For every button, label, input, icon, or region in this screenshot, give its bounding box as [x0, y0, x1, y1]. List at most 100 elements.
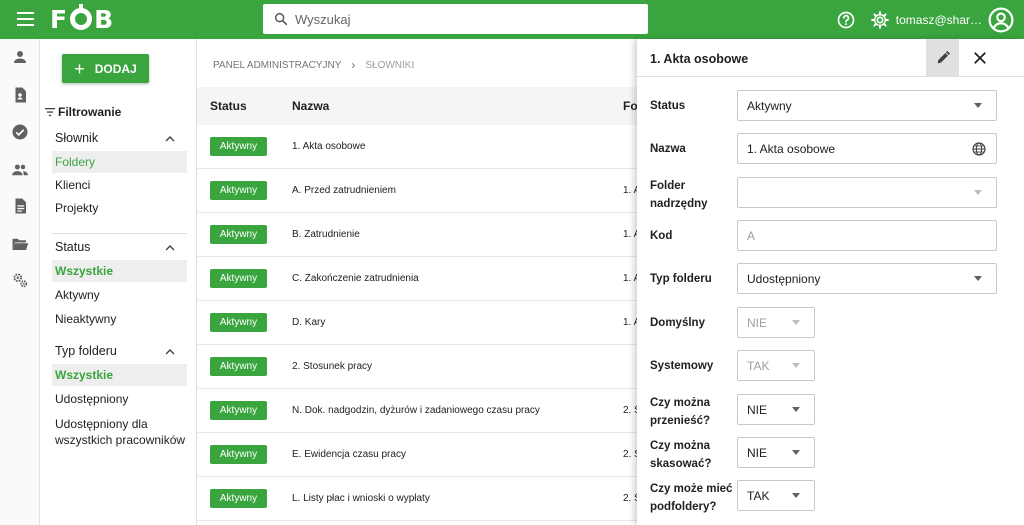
- table-row[interactable]: Aktywny E. Ewidencja czasu pracy 2. S: [197, 433, 641, 477]
- filter-title: Filtrowanie: [45, 105, 121, 119]
- filter-option-shared[interactable]: Udostępniony: [52, 388, 187, 410]
- app-logo[interactable]: FB: [50, 4, 114, 34]
- account-avatar-icon[interactable]: [988, 7, 1014, 33]
- row-name: E. Ewidencja czasu pracy: [292, 449, 406, 460]
- filter-group-status[interactable]: Status: [55, 240, 175, 254]
- name-label: Nazwa: [650, 143, 686, 155]
- panel-header: 1. Akta osobowe: [637, 39, 1024, 77]
- table-row[interactable]: Aktywny N. Dok. nadgodzin, dyżurów i zada…: [197, 389, 641, 433]
- parent-folder-label: Folder nadrzędny: [650, 180, 708, 210]
- status-badge[interactable]: Aktywny: [210, 137, 267, 156]
- status-badge[interactable]: Aktywny: [210, 225, 267, 244]
- parent-folder-select[interactable]: [737, 177, 997, 208]
- search-icon: [274, 12, 288, 26]
- table-row[interactable]: Aktywny 2. Stosunek pracy: [197, 345, 637, 389]
- dropdown-arrow-icon: [792, 493, 800, 498]
- settings-gear-icon[interactable]: [870, 10, 890, 30]
- row-name: C. Zakończenie zatrudnienia: [292, 273, 419, 284]
- dropdown-arrow-icon: [792, 407, 800, 412]
- chevron-up-icon: [165, 135, 175, 141]
- code-field[interactable]: A: [737, 220, 997, 251]
- person-icon[interactable]: [11, 48, 29, 66]
- dropdown-arrow-icon: [974, 103, 982, 108]
- table-header: Status Nazwa Fo: [197, 87, 638, 125]
- filters-sidebar: + DODAJ Filtrowanie Słownik Foldery Klien…: [40, 39, 197, 525]
- status-badge[interactable]: Aktywny: [210, 181, 267, 200]
- chevron-up-icon: [165, 244, 175, 250]
- default-label: Domyślny: [650, 317, 705, 329]
- search-input[interactable]: [295, 11, 635, 27]
- top-app-bar: FB tomasz@shar…: [0, 0, 1024, 39]
- filter-list-icon: [45, 108, 55, 117]
- column-header-status[interactable]: Status: [210, 99, 247, 113]
- edit-button[interactable]: [926, 39, 959, 77]
- deletable-label: Czy można skasować?: [650, 440, 712, 470]
- status-badge[interactable]: Aktywny: [210, 445, 267, 464]
- dropdown-arrow-icon: [792, 363, 800, 368]
- panel-title: 1. Akta osobowe: [650, 52, 749, 66]
- add-button[interactable]: + DODAJ: [62, 54, 149, 83]
- status-badge[interactable]: Aktywny: [210, 357, 267, 376]
- filter-option-folders[interactable]: Foldery: [52, 151, 187, 173]
- user-email[interactable]: tomasz@shar…: [896, 13, 982, 27]
- table-row[interactable]: Aktywny 1. Akta osobowe: [197, 125, 637, 169]
- nav-rail: [0, 39, 40, 525]
- filter-option-clients[interactable]: Klienci: [52, 174, 187, 196]
- folder-type-label: Typ folderu: [650, 273, 712, 285]
- filter-option-inactive[interactable]: Nieaktywny: [52, 308, 187, 330]
- dropdown-arrow-icon: [792, 450, 800, 455]
- people-icon[interactable]: [11, 161, 29, 179]
- status-label: Status: [650, 100, 686, 112]
- dropdown-arrow-icon: [974, 190, 982, 195]
- status-select[interactable]: Aktywny: [737, 90, 997, 121]
- main-content: PANEL ADMINISTRACYJNY › SŁOWNIKI Status …: [197, 39, 641, 525]
- filter-group-dictionary[interactable]: Słownik: [55, 131, 175, 145]
- filter-option-shared-all[interactable]: Udostępniony dla wszystkich pracowników: [52, 416, 187, 448]
- breadcrumb-admin-panel[interactable]: PANEL ADMINISTRACYJNY: [213, 60, 341, 71]
- globe-icon[interactable]: [971, 141, 987, 157]
- folder-type-select[interactable]: Udostępniony: [737, 263, 997, 294]
- table-row[interactable]: Aktywny B. Zatrudnienie 1. A: [197, 213, 640, 257]
- default-select[interactable]: NIE: [737, 307, 815, 338]
- row-name: 1. Akta osobowe: [292, 141, 366, 152]
- admin-gears-icon[interactable]: [11, 271, 29, 289]
- table-row[interactable]: Aktywny L. Listy płac i wnioski o wypłaty…: [197, 477, 641, 521]
- person-document-icon[interactable]: [11, 86, 29, 104]
- row-name: D. Kary: [292, 317, 326, 328]
- status-badge[interactable]: Aktywny: [210, 269, 267, 288]
- code-label: Kod: [650, 230, 673, 242]
- add-button-label: DODAJ: [94, 61, 137, 76]
- status-badge[interactable]: Aktywny: [210, 313, 267, 332]
- description-icon[interactable]: [11, 197, 29, 215]
- divider: [52, 233, 187, 234]
- filter-option-type-all[interactable]: Wszystkie: [52, 364, 187, 386]
- system-select[interactable]: TAK: [737, 350, 815, 381]
- subfolders-label: Czy może mieć podfoldery?: [650, 483, 733, 513]
- close-icon[interactable]: [971, 49, 989, 67]
- filter-option-projects[interactable]: Projekty: [52, 197, 187, 219]
- movable-label: Czy można przenieść?: [650, 397, 711, 427]
- table-row[interactable]: Aktywny A. Przed zatrudnieniem 1. A: [197, 169, 640, 213]
- status-badge[interactable]: Aktywny: [210, 401, 267, 420]
- column-header-name[interactable]: Nazwa: [292, 99, 329, 113]
- filter-group-folder-type[interactable]: Typ folderu: [55, 344, 175, 358]
- filter-option-active[interactable]: Aktywny: [52, 284, 187, 306]
- breadcrumb-dictionaries: SŁOWNIKI: [365, 59, 415, 71]
- check-circle-icon[interactable]: [11, 123, 29, 141]
- filter-option-status-all[interactable]: Wszystkie: [52, 260, 187, 282]
- row-name: L. Listy płac i wnioski o wypłaty: [292, 493, 430, 504]
- status-badge[interactable]: Aktywny: [210, 489, 267, 508]
- subfolders-select[interactable]: TAK: [737, 480, 815, 511]
- dropdown-arrow-icon: [974, 276, 982, 281]
- breadcrumb: PANEL ADMINISTRACYJNY › SŁOWNIKI: [213, 58, 414, 72]
- folder-open-icon[interactable]: [11, 235, 29, 253]
- movable-select[interactable]: NIE: [737, 394, 815, 425]
- name-field[interactable]: 1. Akta osobowe: [737, 133, 997, 164]
- column-header-folder[interactable]: Fo: [623, 99, 638, 113]
- menu-icon[interactable]: [17, 12, 34, 26]
- dropdown-arrow-icon: [792, 320, 800, 325]
- help-icon[interactable]: [836, 10, 856, 30]
- deletable-select[interactable]: NIE: [737, 437, 815, 468]
- table-row[interactable]: Aktywny C. Zakończenie zatrudnienia 1. A: [197, 257, 640, 301]
- table-row[interactable]: Aktywny D. Kary 1. A: [197, 301, 640, 345]
